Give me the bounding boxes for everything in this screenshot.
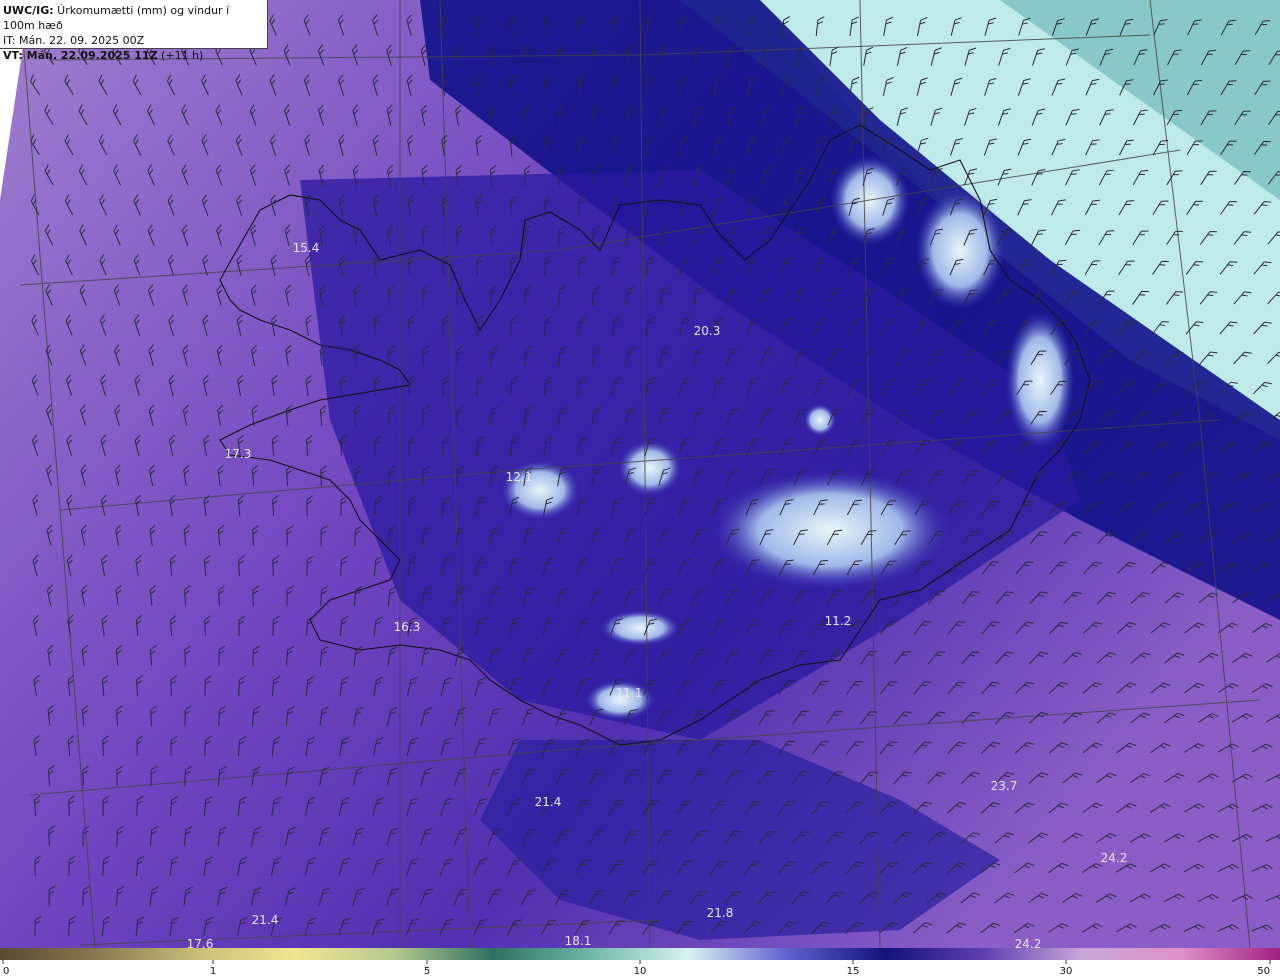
- colorbar-ticks: 0 1 5 10 15 30 50: [2, 960, 1271, 977]
- precip-blob: [710, 470, 950, 590]
- map-value-label: 17.6: [187, 937, 214, 948]
- initial-time: IT: Mán. 22. 09. 2025 00Z: [3, 34, 145, 47]
- map-value-label: 16.3: [394, 620, 421, 634]
- map-value-label: 23.7: [991, 779, 1018, 793]
- precip-blob: [1005, 310, 1075, 450]
- map-value-label: 18.1: [565, 934, 592, 948]
- model-id: UWC/IG:: [3, 4, 54, 17]
- colorbar: 0 1 5 10 15 30 50: [0, 948, 1280, 978]
- map-value-label: 21.8: [707, 906, 734, 920]
- colorbar-tick-label: 30: [1060, 966, 1073, 977]
- header-line1: UWC/IG: Úrkomumætti (mm) og vindur í 100…: [3, 3, 264, 33]
- map-value-label: 24.2: [1101, 851, 1128, 865]
- colorbar-tick-label: 15: [847, 966, 860, 977]
- map-value-label: 11.1: [616, 686, 643, 700]
- precip-blob: [915, 190, 1005, 310]
- colorbar-tick-label: 5: [424, 966, 430, 977]
- map-value-label: 15.4: [293, 241, 320, 255]
- precip-blob: [804, 404, 836, 436]
- colorbar-tick-label: 0: [3, 966, 9, 977]
- precipitation-wind-map[interactable]: 15.4 20.3 17.3 12.1 16.3 11.2 11.1 21.4 23.7 24.2…: [0, 0, 1280, 948]
- map-value-label: 21.4: [252, 913, 279, 927]
- valid-time: VT: Mán. 22.09.2025 11Z: [3, 49, 158, 62]
- map-value-label: 24.2: [1015, 937, 1042, 948]
- colorbar-tick-label: 50: [1257, 966, 1270, 977]
- precip-blob: [600, 610, 680, 646]
- map-value-label: 17.3: [225, 447, 252, 461]
- precip-blob: [618, 440, 682, 496]
- map-header: UWC/IG: Úrkomumætti (mm) og vindur í 100…: [0, 0, 268, 62]
- header-line3: VT: Mán. 22.09.2025 11Z (+11 h): [3, 48, 264, 63]
- map-value-label: 11.2: [825, 614, 852, 628]
- colorbar-gradient: [0, 948, 1280, 960]
- map-value-label: 20.3: [694, 324, 721, 338]
- colorbar-tick-label: 10: [634, 966, 647, 977]
- map-value-label: 21.4: [535, 795, 562, 809]
- map-value-label: 12.1: [506, 470, 533, 484]
- lead-time: (+11 h): [157, 49, 204, 62]
- colorbar-tick-label: 1: [210, 966, 216, 977]
